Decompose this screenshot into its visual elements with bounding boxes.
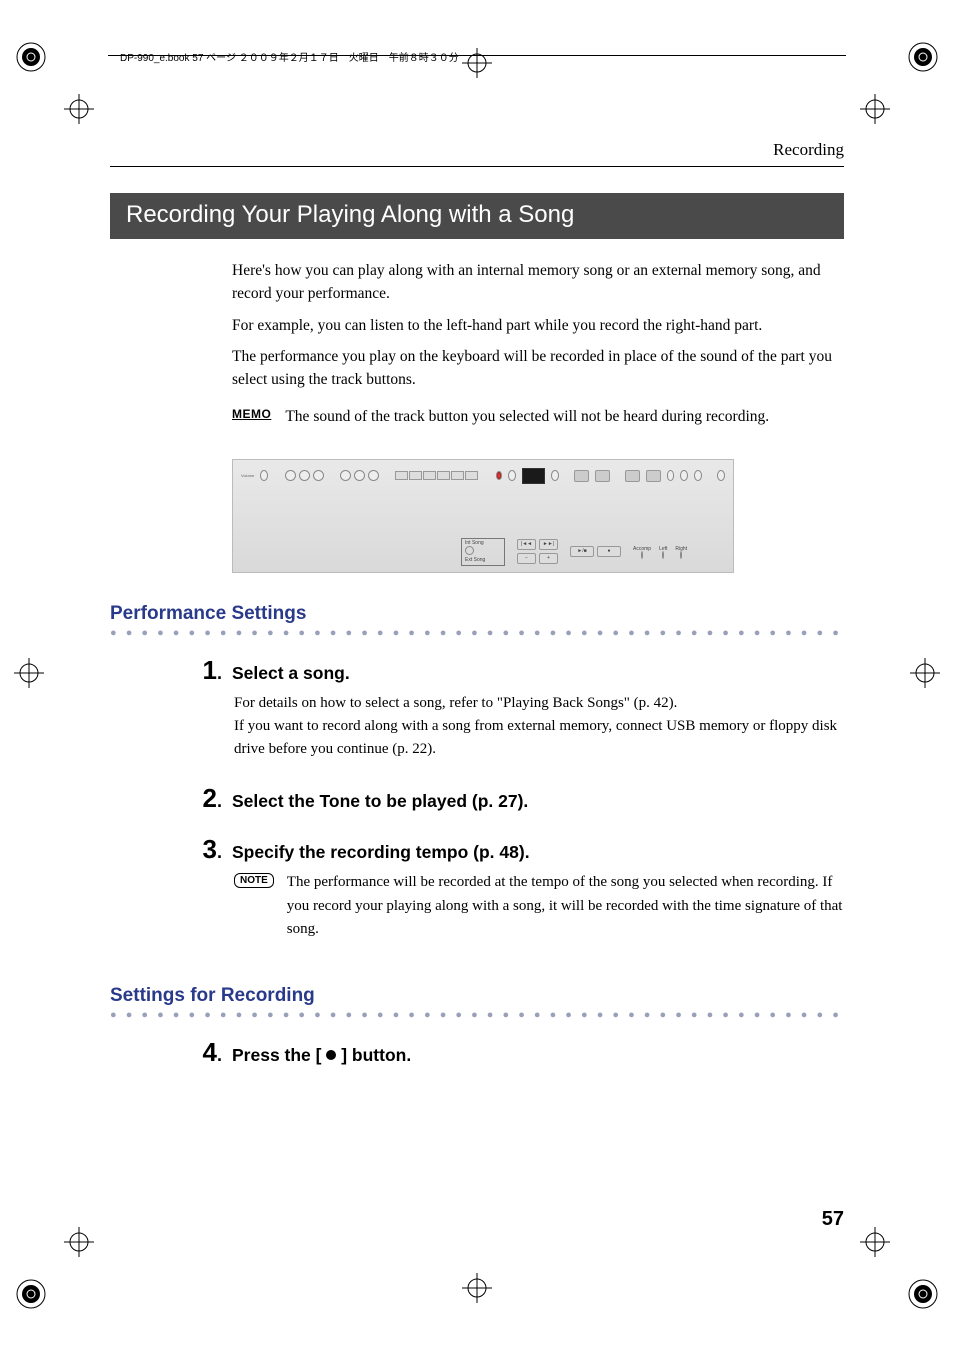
subheading-performance-settings: Performance Settings (110, 603, 844, 625)
page-number: 57 (822, 1208, 844, 1231)
knob-icon (680, 470, 688, 481)
tone-button-icon (437, 471, 450, 480)
tone-button-icon (423, 471, 436, 480)
step-title: Press the [ ] button. (232, 1045, 411, 1066)
divider (110, 166, 844, 167)
step-number: 1. (186, 655, 222, 686)
knob-icon (465, 546, 474, 555)
section-tab: Recording (110, 140, 844, 160)
knob-icon (340, 470, 351, 481)
note-text: The performance will be recorded at the … (287, 871, 844, 941)
record-dot-icon (326, 1050, 336, 1060)
step-number: 4. (186, 1037, 222, 1068)
pill-button-icon (625, 470, 640, 482)
step-title: Select the Tone to be played (p. 27). (232, 791, 528, 812)
intro-paragraph: For example, you can listen to the left-… (232, 314, 844, 337)
knob-icon (508, 470, 516, 481)
knob-icon (667, 470, 675, 481)
step-title: Specify the recording tempo (p. 48). (232, 842, 530, 863)
knob-icon (285, 470, 296, 481)
tone-button-icon (395, 471, 408, 480)
step-number: 2. (186, 783, 222, 814)
subheading-settings-for-recording: Settings for Recording (110, 985, 844, 1007)
memo-text: The sound of the track button you select… (285, 405, 769, 428)
plus-button-icon: + (539, 553, 558, 564)
page-title: Recording Your Playing Along with a Song (110, 193, 844, 239)
crop-cross-icon (860, 1227, 890, 1257)
crop-cross-icon (910, 658, 940, 688)
knob-icon (551, 470, 559, 481)
knob-icon (354, 470, 365, 481)
intro-paragraph: The performance you play on the keyboard… (232, 345, 844, 392)
knob-icon (260, 470, 268, 481)
pill-button-icon (595, 470, 610, 482)
registration-mark-icon (906, 40, 940, 74)
figure-label: Ext Song (465, 557, 485, 563)
panel-figure: Volume (232, 459, 734, 573)
knob-icon (313, 470, 324, 481)
tone-button-icon (409, 471, 422, 480)
step-title: Select a song. (232, 663, 350, 684)
tone-button-icon (465, 471, 478, 480)
knob-icon (662, 551, 664, 559)
dotted-divider: ● ● ● ● ● ● ● ● ● ● ● ● ● ● ● ● ● ● ● ● … (110, 1011, 844, 1019)
crop-cross-icon (64, 94, 94, 124)
knob-icon (299, 470, 310, 481)
step-body: For details on how to select a song, ref… (234, 692, 844, 762)
tone-button-icon (451, 471, 464, 480)
record-button-icon: ● (597, 546, 621, 557)
registration-mark-icon (14, 1277, 48, 1311)
figure-label: Volume (241, 473, 254, 478)
knob-icon (717, 470, 725, 481)
crop-cross-icon (462, 1273, 492, 1303)
crop-cross-icon (860, 94, 890, 124)
intro-paragraph: Here's how you can play along with an in… (232, 259, 844, 306)
memo-badge: MEMO (232, 405, 271, 421)
note-badge: NOTE (234, 873, 274, 888)
registration-mark-icon (14, 40, 48, 74)
knob-icon (694, 470, 702, 481)
lcd-icon (522, 468, 545, 484)
knob-icon (641, 551, 643, 559)
figure-label: Int Song (465, 540, 484, 546)
pill-button-icon (646, 470, 661, 482)
book-header-meta: DP-990_e.book 57 ページ ２００９年２月１７日 火曜日 午前８時… (120, 49, 459, 64)
next-button-icon: ►►| (539, 539, 558, 550)
minus-button-icon: − (517, 553, 536, 564)
step-number: 3. (186, 834, 222, 865)
metronome-led-icon (496, 471, 502, 480)
crop-cross-icon (14, 658, 44, 688)
song-select-box: Int Song Ext Song (461, 538, 505, 566)
play-stop-button-icon: ►/■ (570, 546, 594, 557)
prev-button-icon: |◄◄ (517, 539, 536, 550)
knob-icon (680, 551, 682, 559)
knob-icon (368, 470, 379, 481)
pill-button-icon (574, 470, 589, 482)
registration-mark-icon (906, 1277, 940, 1311)
crop-cross-icon (462, 48, 492, 78)
crop-cross-icon (64, 1227, 94, 1257)
dotted-divider: ● ● ● ● ● ● ● ● ● ● ● ● ● ● ● ● ● ● ● ● … (110, 629, 844, 637)
